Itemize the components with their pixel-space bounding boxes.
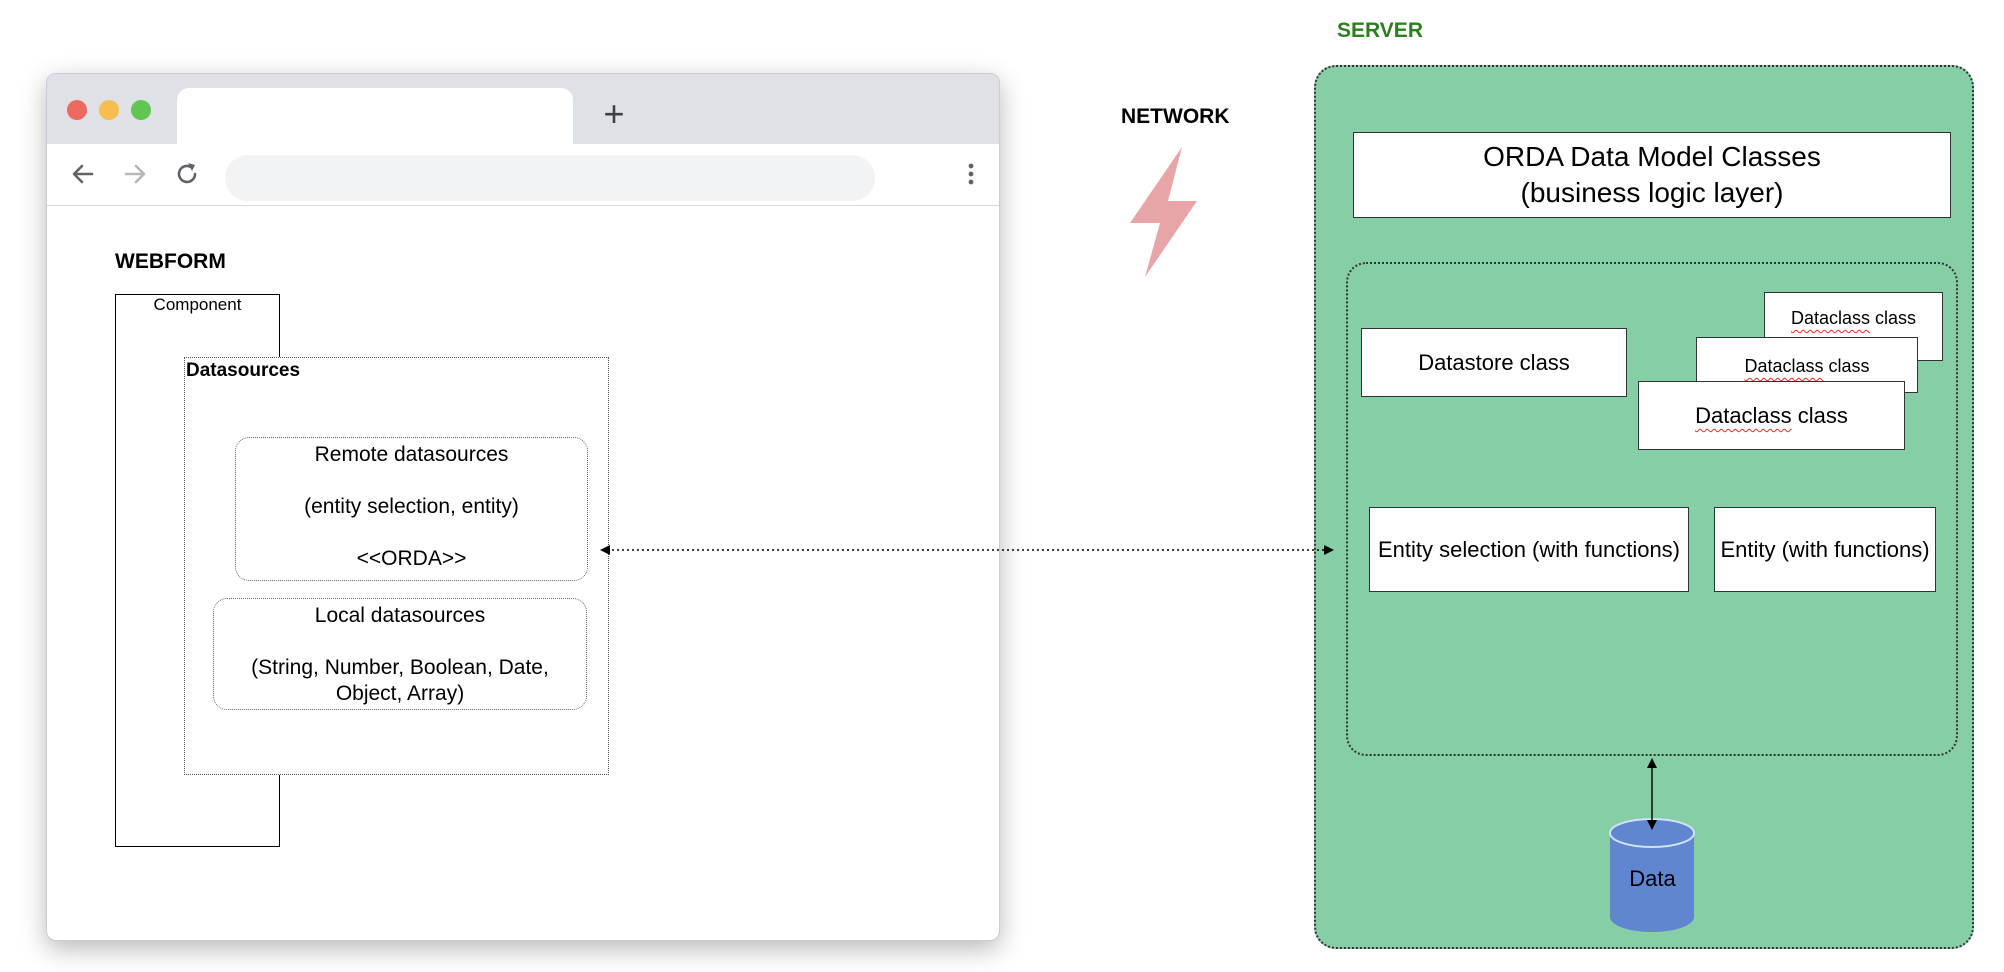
remote-datasources-box: Remote datasources (entity selection, en… (235, 437, 588, 581)
forward-arrow-icon[interactable] (117, 156, 153, 192)
component-label: Component (153, 295, 242, 314)
kebab-menu-icon[interactable] (959, 156, 983, 192)
new-tab-button[interactable]: + (599, 94, 629, 134)
address-bar[interactable] (225, 155, 875, 201)
class-word: class (1870, 308, 1917, 328)
network-label: NETWORK (1121, 105, 1230, 128)
local-datasources-box: Local datasources (String, Number, Boole… (213, 598, 587, 710)
dataclass-word: Dataclass (1790, 308, 1870, 328)
minimize-window-dot[interactable] (99, 100, 119, 120)
close-window-dot[interactable] (67, 100, 87, 120)
lightning-bolt-icon (1130, 147, 1197, 277)
datasources-label: Datasources (186, 360, 301, 381)
browser-toolbar (47, 144, 999, 206)
maximize-window-dot[interactable] (131, 100, 151, 120)
data-label: Data (1629, 866, 1676, 891)
local-datasources-title: Local datasources (314, 604, 486, 627)
browser-title-bar: + (47, 74, 999, 144)
browser-tab[interactable] (177, 88, 573, 144)
orda-subtitle: (business logic layer) (1520, 177, 1784, 208)
dataclass-word: Dataclass (1744, 356, 1824, 376)
dataclass-class-box-front: Dataclass class (1638, 381, 1905, 450)
reload-icon[interactable] (169, 156, 205, 192)
class-word: class (1791, 403, 1848, 428)
orda-title: ORDA Data Model Classes (1483, 141, 1821, 172)
local-datasources-types-line1: (String, Number, Boolean, Date, (251, 656, 549, 679)
remote-datasources-title: Remote datasources (314, 443, 509, 466)
class-word: class (1823, 356, 1870, 376)
entity-selection-box: Entity selection (with functions) (1369, 507, 1689, 592)
entity-box: Entity (with functions) (1714, 507, 1936, 592)
server-label: SERVER (1337, 19, 1423, 42)
datastore-class-box: Datastore class (1361, 328, 1627, 397)
webform-title: WEBFORM (115, 250, 226, 273)
remote-datasources-subtitle: (entity selection, entity) (304, 495, 519, 518)
dataclass-word: Dataclass (1695, 403, 1792, 428)
back-arrow-icon[interactable] (65, 156, 101, 192)
local-datasources-types-line2: Object, Array) (335, 682, 465, 705)
orda-data-model-classes-box: ORDA Data Model Classes (business logic … (1353, 132, 1951, 218)
orda-tag: <<ORDA>> (356, 547, 467, 570)
